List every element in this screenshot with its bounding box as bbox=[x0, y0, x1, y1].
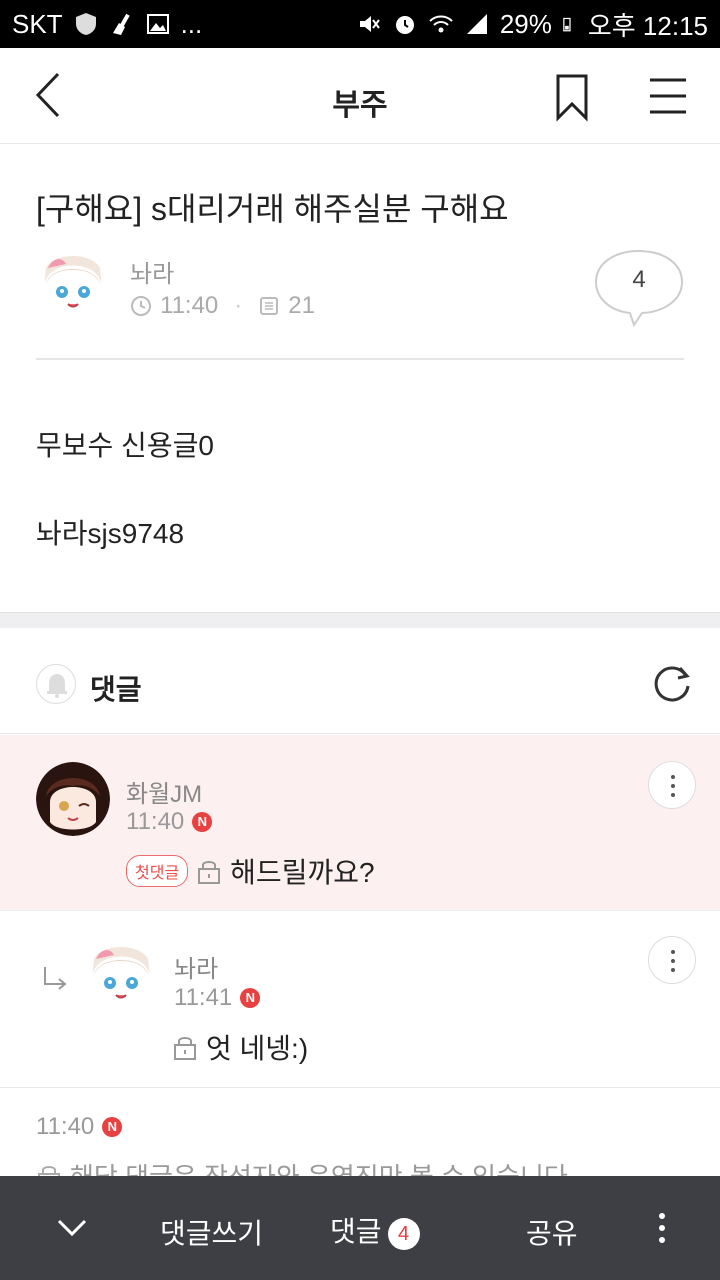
comment-time: 11:40 N bbox=[126, 808, 213, 836]
new-badge-icon: N bbox=[240, 988, 261, 1008]
more-notifications: ... bbox=[180, 8, 203, 39]
commenter-name[interactable]: 화월JM bbox=[126, 774, 202, 809]
author-name[interactable]: 놔라 bbox=[130, 254, 174, 289]
lock-icon bbox=[198, 861, 221, 884]
post-time: 11:40 bbox=[160, 292, 219, 319]
comment-time-text: 11:40 bbox=[36, 1113, 95, 1140]
share-button[interactable]: 공유 bbox=[526, 1212, 578, 1252]
comment-item: 화월JM 11:40 N 첫댓글 해드릴까요? bbox=[0, 735, 720, 911]
post-body-line: 무보수 신용글0 bbox=[36, 430, 214, 461]
new-badge-icon: N bbox=[192, 812, 213, 832]
author-avatar[interactable] bbox=[36, 248, 110, 322]
cleaner-icon bbox=[112, 13, 130, 35]
comments-count-badge: 4 bbox=[387, 1217, 420, 1250]
comment-time-text: 11:41 bbox=[174, 984, 233, 1011]
comments-title: 댓글 bbox=[90, 674, 142, 705]
signal-icon bbox=[466, 14, 487, 34]
new-badge-icon: N bbox=[102, 1117, 123, 1137]
chevron-down-icon[interactable] bbox=[56, 1216, 88, 1240]
battery-percent: 29% bbox=[499, 8, 552, 39]
first-comment-badge: 첫댓글 bbox=[126, 855, 189, 887]
divider bbox=[36, 358, 684, 360]
comment-content: 첫댓글 해드릴까요? bbox=[126, 851, 375, 891]
comment-text: 엇 네넹:) bbox=[206, 1033, 309, 1064]
meta-separator: · bbox=[234, 292, 243, 319]
section-separator bbox=[0, 612, 720, 628]
mute-icon bbox=[359, 16, 380, 32]
menu-icon[interactable] bbox=[646, 74, 690, 118]
comment-more-button[interactable] bbox=[648, 761, 696, 809]
more-vertical-icon[interactable] bbox=[654, 1212, 670, 1244]
post-body-line: 놔라sjs9748 bbox=[36, 518, 185, 549]
carrier-label: SKT bbox=[12, 8, 63, 39]
write-comment-button[interactable]: 댓글쓰기 bbox=[160, 1212, 263, 1252]
bottom-toolbar: 댓글쓰기 댓글 4 공유 bbox=[0, 1176, 720, 1280]
refresh-icon[interactable] bbox=[650, 662, 694, 706]
reply-arrow-icon bbox=[44, 967, 67, 990]
comments-header: 댓글 bbox=[0, 628, 720, 734]
comment-content: 엇 네넹:) bbox=[172, 1027, 308, 1067]
bookmark-icon[interactable] bbox=[552, 72, 592, 122]
top-nav: 부주 bbox=[0, 48, 720, 144]
battery-icon bbox=[563, 17, 571, 32]
commenter-name[interactable]: 놔라 bbox=[174, 949, 218, 984]
commenter-avatar[interactable] bbox=[84, 939, 158, 1013]
status-bar: SKT ... 29% 오후 12:15 bbox=[0, 0, 720, 48]
comment-more-button[interactable] bbox=[648, 936, 696, 984]
clock-icon bbox=[131, 296, 151, 316]
comment-time-text: 11:40 bbox=[126, 808, 185, 835]
view-count-icon bbox=[260, 297, 279, 315]
alarm-icon bbox=[395, 16, 414, 34]
comments-button-label: 댓글 bbox=[330, 1216, 382, 1247]
comment-text: 해드릴까요? bbox=[230, 857, 375, 888]
image-icon bbox=[146, 14, 169, 34]
comment-count[interactable]: 4 bbox=[594, 266, 684, 294]
comments-button[interactable]: 댓글 4 bbox=[330, 1210, 420, 1250]
commenter-avatar[interactable] bbox=[36, 762, 110, 836]
shield-icon bbox=[75, 13, 96, 35]
reply-item: 놔라 11:41 N 엇 네넹:) bbox=[0, 912, 720, 1088]
lock-icon bbox=[174, 1037, 196, 1060]
wifi-icon bbox=[429, 15, 453, 33]
view-count: 21 bbox=[288, 292, 315, 319]
comment-time: 11:40 N bbox=[36, 1113, 123, 1141]
notification-bell-icon[interactable] bbox=[36, 664, 76, 704]
post-meta: 11:40 · 21 bbox=[130, 292, 315, 320]
cafe-title: 부주 bbox=[332, 89, 388, 122]
clock: 오후 12:15 bbox=[587, 10, 708, 41]
post-title: [구해요] s대리거래 해주실분 구해요 bbox=[36, 191, 509, 227]
comment-time: 11:41 N bbox=[174, 984, 261, 1012]
comment-item: 11:40 N 해당 댓글은 작성자와 운영진만 볼 수 있습니다 bbox=[0, 1089, 720, 1192]
